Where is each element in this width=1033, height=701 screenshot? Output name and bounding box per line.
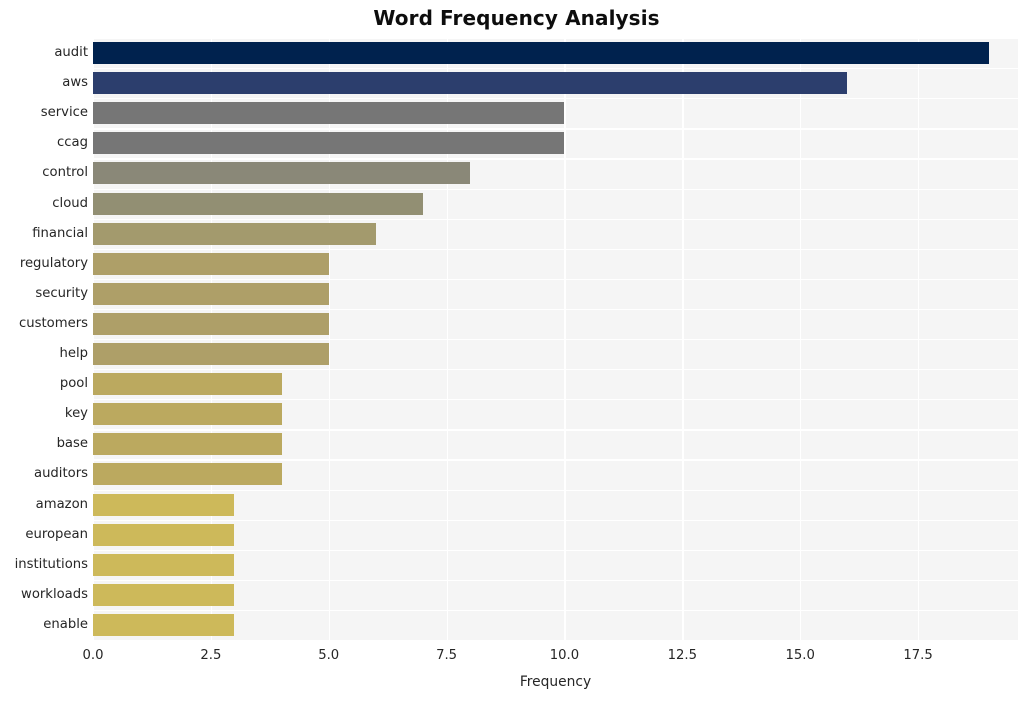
y-axis-tick-labels: audit aws service ccag control cloud financial… <box>0 38 88 640</box>
grid-line-horizontal <box>93 248 1018 250</box>
bar[interactable] <box>93 312 329 335</box>
chart-figure: Word Frequency Analysis audit aws service c… <box>0 0 1033 701</box>
x-axis-tick-label: 10.0 <box>549 648 580 663</box>
grid-line-horizontal <box>93 218 1018 220</box>
grid-line-horizontal <box>93 38 1018 40</box>
y-axis-tick-label: pool <box>59 376 88 392</box>
bar[interactable] <box>93 613 235 636</box>
grid-line-horizontal <box>93 399 1018 401</box>
bar[interactable] <box>93 553 235 576</box>
x-axis-tick-label: 15.0 <box>785 648 815 663</box>
y-axis-tick-label: aws <box>62 75 88 91</box>
y-axis-tick-label: audit <box>54 45 88 61</box>
y-axis-tick-label: key <box>64 406 88 422</box>
plot-area <box>93 38 1018 640</box>
grid-line-vertical <box>918 38 920 640</box>
x-axis-tick-label: 5.0 <box>318 648 340 663</box>
y-axis-tick-label: auditors <box>33 466 88 482</box>
y-axis-tick-label: help <box>59 346 88 362</box>
grid-line-horizontal <box>93 609 1018 612</box>
grid-line-vertical <box>564 38 566 640</box>
grid-line-horizontal <box>93 339 1018 341</box>
y-axis-tick-label: service <box>40 105 88 121</box>
grid-line-horizontal <box>93 489 1018 491</box>
y-axis-tick-label: ccag <box>57 135 88 151</box>
y-axis-tick-label: customers <box>19 315 88 331</box>
grid-line-horizontal <box>93 98 1018 100</box>
grid-line-horizontal <box>93 549 1018 551</box>
y-axis-tick-label: cloud <box>52 195 88 211</box>
y-axis-tick-label: workloads <box>21 586 88 602</box>
bar[interactable] <box>93 42 989 65</box>
y-axis-tick-label: control <box>42 165 88 181</box>
bar[interactable] <box>93 102 565 125</box>
grid-line-horizontal <box>93 369 1018 371</box>
bar[interactable] <box>93 403 282 426</box>
bar[interactable] <box>93 192 424 215</box>
y-axis-tick-label: base <box>56 436 88 452</box>
bar[interactable] <box>93 222 376 245</box>
y-axis-tick-label: european <box>25 526 88 542</box>
grid-line-horizontal <box>93 68 1018 70</box>
x-axis-tick-label: 7.5 <box>436 648 458 663</box>
bar[interactable] <box>93 433 282 456</box>
bar[interactable] <box>93 162 471 185</box>
grid-line-horizontal <box>93 278 1018 281</box>
bar[interactable] <box>93 72 848 95</box>
x-axis-tick-label: 2.5 <box>200 648 222 663</box>
grid-line-horizontal <box>93 519 1018 521</box>
chart-title: Word Frequency Analysis <box>373 6 660 30</box>
bar[interactable] <box>93 282 329 305</box>
x-axis-tick-labels: 0.0 2.5 5.0 7.5 10.0 12.5 15.0 17.5 <box>0 648 1033 672</box>
y-axis-tick-label: security <box>35 285 88 301</box>
grid-line-vertical <box>800 38 802 640</box>
y-axis-tick-label: amazon <box>35 496 88 512</box>
x-axis-tick-label: 12.5 <box>667 648 697 663</box>
bar[interactable] <box>93 373 282 396</box>
grid-line-vertical <box>328 38 331 640</box>
grid-line-vertical <box>93 38 95 640</box>
bar[interactable] <box>93 252 329 275</box>
bar[interactable] <box>93 343 329 366</box>
grid-line-horizontal <box>93 459 1018 461</box>
bar[interactable] <box>93 132 565 155</box>
bar[interactable] <box>93 583 235 606</box>
y-axis-tick-label: institutions <box>14 556 88 572</box>
grid-line-vertical <box>446 38 448 640</box>
x-axis-tick-label: 17.5 <box>903 648 933 663</box>
grid-line-vertical <box>210 38 213 640</box>
x-axis-tick-label: 0.0 <box>82 648 104 663</box>
grid-line-horizontal <box>93 579 1018 582</box>
y-axis-tick-label: financial <box>32 225 88 241</box>
y-axis-tick-label: regulatory <box>19 255 88 271</box>
x-axis-label: Frequency <box>519 674 592 690</box>
grid-line-vertical <box>682 38 684 640</box>
bar[interactable] <box>93 523 235 546</box>
grid-line-horizontal <box>93 429 1018 431</box>
bar[interactable] <box>93 493 235 516</box>
grid-line-horizontal <box>93 128 1018 130</box>
grid-line-horizontal <box>93 308 1018 311</box>
bar[interactable] <box>93 463 282 486</box>
y-axis-tick-label: enable <box>43 616 88 632</box>
grid-line-horizontal <box>93 188 1018 190</box>
grid-line-horizontal <box>93 158 1018 160</box>
